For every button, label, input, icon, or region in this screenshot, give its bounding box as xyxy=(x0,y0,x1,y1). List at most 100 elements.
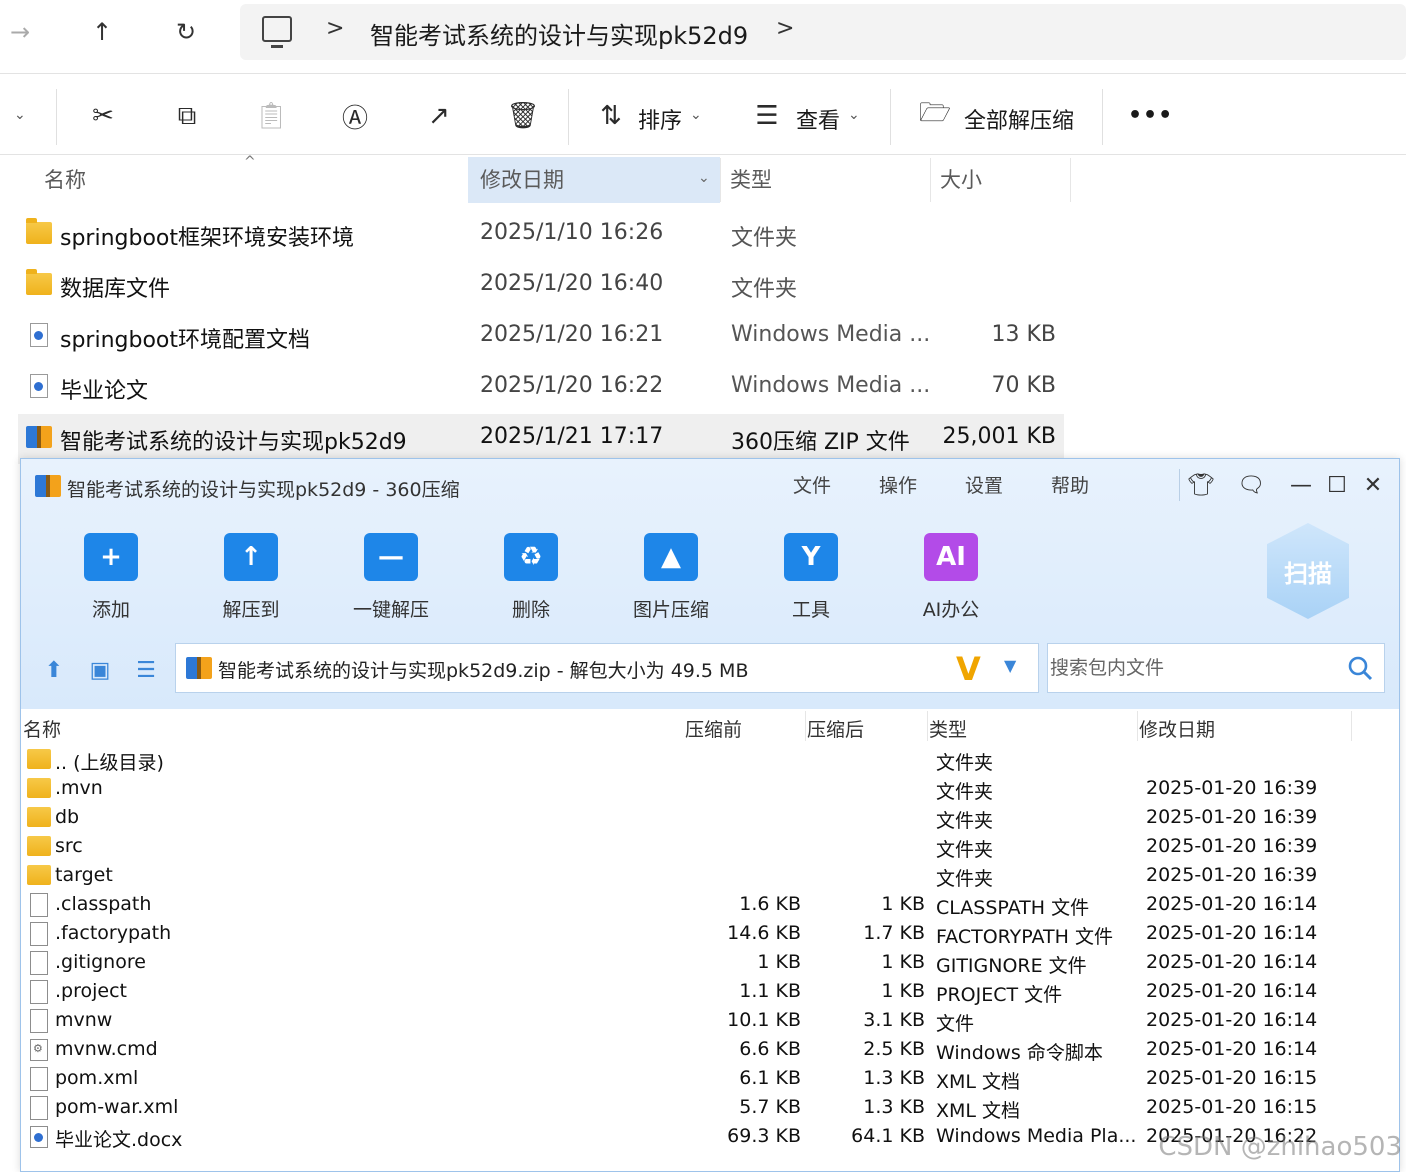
archive-row[interactable]: pom-war.xml 5.7 KB 1.3 KB XML 文档 2025-01-20 … xyxy=(21,1095,1399,1124)
v-logo-icon[interactable]: V xyxy=(956,650,981,688)
column-header-size[interactable]: 大小 xyxy=(940,157,1070,203)
document-icon xyxy=(30,1126,48,1148)
sort-caret[interactable]: ⌄ xyxy=(690,107,702,123)
extract-to-button[interactable]: ↑ 解压到 xyxy=(196,527,306,627)
menu-file[interactable]: 文件 xyxy=(793,471,831,498)
archive-row[interactable]: .. (上级目录) 文件夹 xyxy=(21,747,1399,776)
file-row[interactable]: 智能考试系统的设计与实现pk52d9 2025/1/21 17:17 360压缩 Z… xyxy=(18,414,1064,464)
feedback-icon[interactable]: 🗨︎ xyxy=(1235,469,1267,501)
file-type: Windows Media ... xyxy=(731,373,931,398)
list-header-before[interactable]: 压缩前 xyxy=(685,715,742,742)
entry-type: CLASSPATH 文件 xyxy=(936,897,1090,919)
column-divider xyxy=(1070,158,1071,202)
archive-row[interactable]: .factorypath 14.6 KB 1.7 KB FACTORYPATH 文件 2… xyxy=(21,921,1399,950)
archive-row[interactable]: .classpath 1.6 KB 1 KB CLASSPATH 文件 2025-01-… xyxy=(21,892,1399,921)
menu-settings[interactable]: 设置 xyxy=(965,471,1003,498)
address-bar[interactable]: > 智能考试系统的设计与实现pk52d9 > xyxy=(240,4,1406,60)
minimize-button[interactable]: — xyxy=(1285,469,1317,501)
address-row: → ↑ ↻ > 智能考试系统的设计与实现pk52d9 > xyxy=(0,0,1406,74)
list-header-type[interactable]: 类型 xyxy=(929,715,967,742)
image-compress-button[interactable]: ▲ 图片压缩 xyxy=(616,527,726,627)
entry-name: db xyxy=(55,806,80,828)
menu-help[interactable]: 帮助 xyxy=(1051,471,1089,498)
archive-row[interactable]: .mvn 文件夹 2025-01-20 16:39 xyxy=(21,776,1399,805)
more-options-button[interactable]: ••• xyxy=(1128,103,1173,128)
archive-row[interactable]: .project 1.1 KB 1 KB PROJECT 文件 2025-01-20 1… xyxy=(21,979,1399,1008)
maximize-button[interactable]: ☐ xyxy=(1321,469,1353,501)
file-row[interactable]: springboot框架环境安装环境 2025/1/10 16:26 文件夹 xyxy=(18,210,1064,260)
archive-row[interactable]: src 文件夹 2025-01-20 16:39 xyxy=(21,834,1399,863)
entry-name: .project xyxy=(55,980,127,1002)
entry-date: 2025-01-20 16:14 xyxy=(1146,893,1318,915)
column-header-date[interactable]: 修改日期 xyxy=(468,157,720,203)
entry-type: PROJECT 文件 xyxy=(936,984,1063,1006)
archive-row[interactable]: mvnw 10.1 KB 3.1 KB 文件 2025-01-20 16:14 xyxy=(21,1008,1399,1037)
tool-label: 添加 xyxy=(91,599,130,621)
column-header-type[interactable]: 类型 xyxy=(730,157,930,203)
archive-path-bar[interactable]: 智能考试系统的设计与实现pk52d9.zip - 解包大小为 49.5 MB V… xyxy=(175,643,1039,693)
entry-date: 2025-01-20 16:39 xyxy=(1146,806,1318,828)
file-row[interactable]: 毕业论文 2025/1/20 16:22 Windows Media ... 70 K… xyxy=(18,363,1064,413)
entry-type: 文件夹 xyxy=(936,810,994,832)
sort-icon[interactable]: ⇅ xyxy=(594,99,628,133)
file-name: 智能考试系统的设计与实现pk52d9 xyxy=(60,430,407,455)
archive-row[interactable]: db 文件夹 2025-01-20 16:39 xyxy=(21,805,1399,834)
extract-all-button[interactable]: 全部解压缩 xyxy=(964,103,1074,135)
file-row[interactable]: springboot环境配置文档 2025/1/20 16:21 Windows M… xyxy=(18,312,1064,362)
sort-button[interactable]: 排序 xyxy=(638,103,682,135)
menu-operation[interactable]: 操作 xyxy=(879,471,917,498)
extract-folder-icon[interactable]: 🗁︎ xyxy=(918,98,952,133)
up-level-arrow-icon[interactable]: ⬆ xyxy=(39,655,69,685)
close-button[interactable]: ✕ xyxy=(1357,469,1389,501)
tools-button[interactable]: Y 工具 xyxy=(756,527,866,627)
column-divider xyxy=(805,711,806,741)
breadcrumb-current-folder[interactable]: 智能考试系统的设计与实现pk52d9 xyxy=(370,16,748,51)
sort-up-chevron-icon: ^ xyxy=(244,154,256,170)
view-caret[interactable]: ⌄ xyxy=(848,107,860,123)
scan-shield-button[interactable]: 扫描 xyxy=(1267,523,1349,619)
thumbnail-view-icon[interactable]: ▣ xyxy=(85,655,115,685)
entry-type: XML 文档 xyxy=(936,1071,1021,1093)
file-type: Windows Media ... xyxy=(731,322,931,347)
forward-button[interactable]: → xyxy=(0,12,40,52)
view-icon[interactable]: ☰ xyxy=(750,99,784,133)
entry-name: pom.xml xyxy=(55,1067,139,1089)
refresh-button[interactable]: ↻ xyxy=(166,12,206,52)
add-button[interactable]: + 添加 xyxy=(56,527,166,627)
list-header-name[interactable]: 名称 xyxy=(23,715,61,742)
skin-shirt-icon[interactable]: 👕︎ xyxy=(1185,469,1217,501)
tool-label: 图片压缩 xyxy=(632,599,709,621)
file-type: 360压缩 ZIP 文件 xyxy=(731,430,910,455)
folder-icon xyxy=(27,865,51,885)
zip-archive-icon xyxy=(186,657,212,679)
list-header-date[interactable]: 修改日期 xyxy=(1139,715,1215,742)
archive-row[interactable]: target 文件夹 2025-01-20 16:39 xyxy=(21,863,1399,892)
delete-button[interactable]: ♻ 删除 xyxy=(476,527,586,627)
search-input[interactable] xyxy=(1048,644,1338,692)
breadcrumb-chevron[interactable]: > xyxy=(776,16,794,41)
archive-row[interactable]: .gitignore 1 KB 1 KB GITIGNORE 文件 2025-01-20… xyxy=(21,950,1399,979)
column-dropdown-caret[interactable]: ⌄ xyxy=(698,170,710,186)
entry-size-after: 64.1 KB xyxy=(851,1125,925,1147)
cut-icon[interactable]: ✂ xyxy=(86,99,120,133)
copy-icon[interactable]: ⧉ xyxy=(170,99,204,133)
rename-icon[interactable]: Ⓐ xyxy=(338,99,372,134)
archive-row[interactable]: mvnw.cmd 6.6 KB 2.5 KB Windows 命令脚本 2025-01-… xyxy=(21,1037,1399,1066)
ai-office-button[interactable]: AI AI办公 xyxy=(896,527,1006,627)
one-click-extract-button[interactable]: — 一键解压 xyxy=(336,527,446,627)
up-button[interactable]: ↑ xyxy=(82,12,122,52)
folder-icon xyxy=(26,218,52,244)
view-button[interactable]: 查看 xyxy=(796,103,840,135)
share-icon[interactable]: ↗ xyxy=(422,99,456,133)
delete-icon[interactable]: 🗑︎ xyxy=(506,99,540,133)
new-dropdown-caret[interactable]: ⌄ xyxy=(14,107,26,123)
search-icon[interactable] xyxy=(1346,654,1374,682)
file-row[interactable]: 数据库文件 2025/1/20 16:40 文件夹 xyxy=(18,261,1064,311)
entry-name: mvnw xyxy=(55,1009,113,1031)
list-header-after[interactable]: 压缩后 xyxy=(807,715,864,742)
archive-row[interactable]: pom.xml 6.1 KB 1.3 KB XML 文档 2025-01-20 16:1… xyxy=(21,1066,1399,1095)
entry-size-after: 1.3 KB xyxy=(863,1067,925,1089)
path-dropdown-icon[interactable]: ▼ xyxy=(1004,656,1016,675)
paste-icon[interactable]: 📋︎ xyxy=(254,99,288,133)
list-view-icon[interactable]: ☰ xyxy=(131,655,161,685)
